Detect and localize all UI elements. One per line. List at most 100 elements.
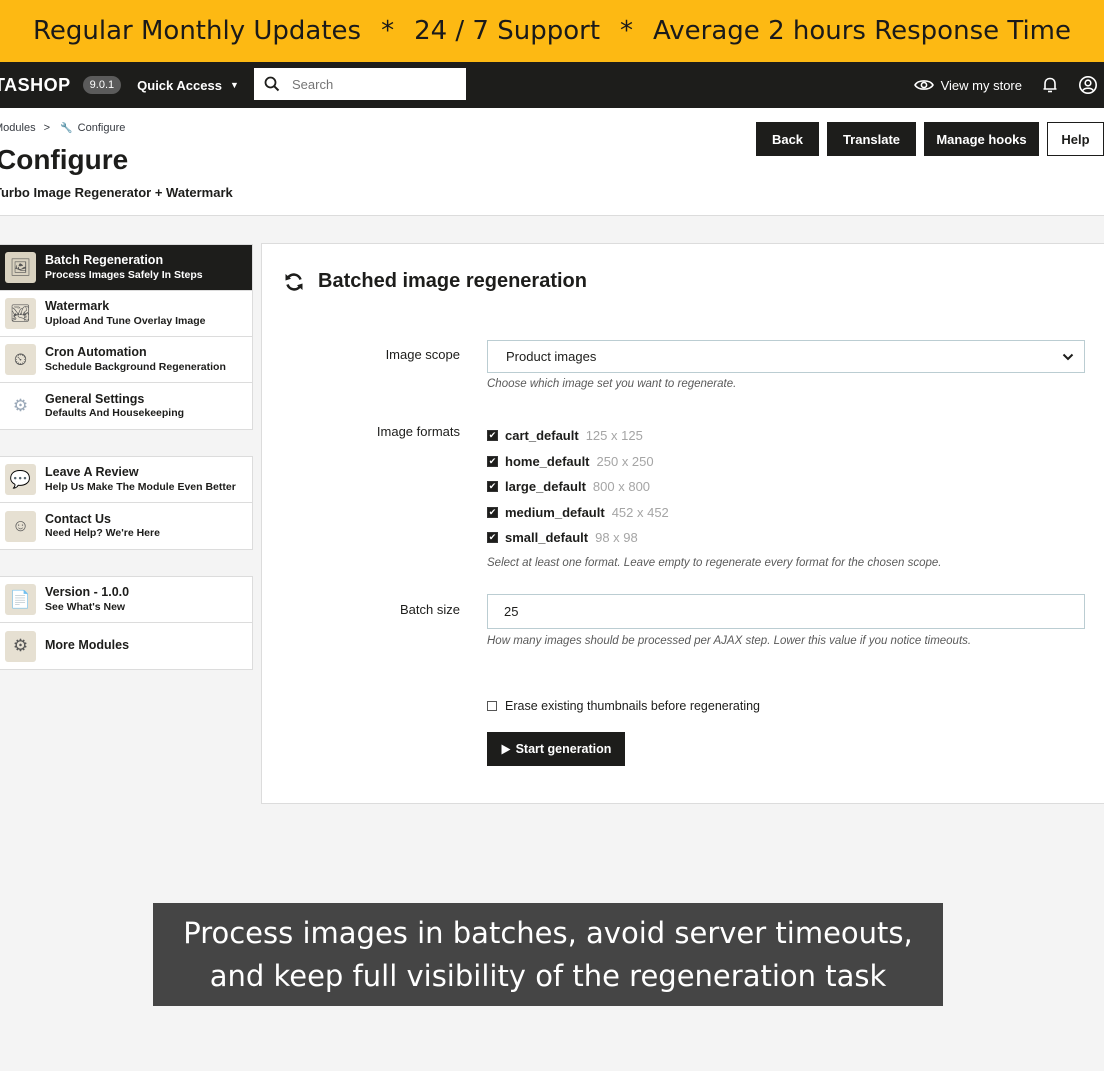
format-name: small_default	[505, 530, 589, 546]
start-generation-button[interactable]: Start generation	[487, 732, 625, 766]
panel-header: Batched image regeneration	[284, 270, 587, 293]
top-navigation: TASHOP 9.0.1 Quick Access ▼ View my stor…	[0, 62, 1104, 108]
sidebar-group-main: 🖼 Batch Regeneration Process Images Safel…	[0, 244, 253, 430]
format-option: ✔ large_default 800 x 800	[487, 474, 669, 500]
page-title: Configure	[0, 144, 129, 175]
translate-button[interactable]: Translate	[827, 122, 916, 156]
quick-access-dropdown[interactable]: Quick Access ▼	[137, 78, 239, 93]
sidebar-item-subtitle: Help Us Make The Module Even Better	[45, 480, 236, 493]
caret-down-icon: ▼	[229, 80, 239, 90]
breadcrumb-separator: >	[43, 122, 51, 134]
gear-icon: ⚙	[5, 390, 36, 422]
format-checkbox[interactable]: ✔	[487, 506, 498, 518]
sidebar-item-title: Version - 1.0.0	[45, 585, 130, 600]
changelog-icon: 📄	[5, 584, 36, 615]
watermark-icon: 🏞	[5, 298, 36, 329]
format-checkbox[interactable]: ✔	[487, 430, 498, 442]
start-generation-label: Start generation	[515, 742, 612, 756]
sidebar-item-title: Cron Automation	[45, 345, 147, 360]
image-scope-select[interactable]: Product images	[487, 340, 1085, 373]
bell-icon[interactable]	[1042, 76, 1058, 94]
promo-bar: Regular Monthly Updates * 24 / 7 Support…	[0, 0, 1104, 62]
format-checkbox[interactable]: ✔	[487, 532, 498, 544]
sidebar-item-title: Leave A Review	[45, 465, 139, 480]
batch-images-icon: 🖼	[5, 252, 36, 283]
version-badge: 9.0.1	[82, 76, 122, 94]
manage-hooks-button[interactable]: Manage hooks	[924, 122, 1039, 156]
promo-item-response-time: Average 2 hours Response Time	[653, 16, 1071, 46]
sidebar-item-subtitle: Upload And Tune Overlay Image	[45, 314, 206, 327]
back-button[interactable]: Back	[756, 122, 819, 156]
page-header: Modules > 🔧 Configure Configure Turbo Im…	[0, 108, 1104, 216]
sidebar-item-subtitle: Process Images Safely In Steps	[45, 268, 203, 281]
format-size: 98 x 98	[595, 530, 638, 546]
promo-separator: *	[620, 16, 634, 46]
brand-logo[interactable]: TASHOP	[0, 75, 71, 96]
sidebar-item-cron-automation[interactable]: ⏲ Cron Automation Schedule Background Reg…	[0, 337, 252, 383]
search-icon[interactable]	[264, 76, 280, 92]
erase-thumbnails-checkbox[interactable]	[487, 701, 497, 711]
erase-thumbnails-option: Erase existing thumbnails before regener…	[487, 699, 760, 713]
format-checkbox[interactable]: ✔	[487, 481, 498, 493]
help-button[interactable]: Help	[1047, 122, 1104, 156]
sidebar-item-contact-us[interactable]: ☺ Contact Us Need Help? We're Here	[0, 503, 252, 549]
sidebar-item-title: Watermark	[45, 299, 110, 314]
sidebar-item-title: Contact Us	[45, 511, 111, 526]
batch-size-help: How many images should be processed per …	[487, 635, 972, 647]
sidebar-item-title: Batch Regeneration	[45, 253, 164, 268]
sidebar-item-watermark[interactable]: 🏞 Watermark Upload And Tune Overlay Image	[0, 291, 252, 337]
sidebar-item-leave-review[interactable]: 💬 Leave A Review Help Us Make The Module …	[0, 457, 252, 503]
clock-gear-icon: ⏲	[5, 344, 36, 375]
format-size: 800 x 800	[592, 479, 651, 495]
breadcrumb-modules[interactable]: Modules	[0, 122, 36, 134]
sidebar-group-info: 📄 Version - 1.0.0 See What's New ⚙ More M…	[0, 576, 253, 670]
image-scope-help: Choose which image set you want to regen…	[487, 378, 737, 390]
sidebar-item-subtitle: See What's New	[45, 600, 126, 613]
promo-item-updates: Regular Monthly Updates	[33, 16, 362, 46]
format-size: 250 x 250	[596, 453, 654, 469]
sidebar-item-title: General Settings	[45, 391, 145, 406]
module-name: Turbo Image Regenerator + Watermark	[0, 185, 233, 200]
batch-size-input[interactable]	[487, 594, 1085, 629]
sidebar-group-support: 💬 Leave A Review Help Us Make The Module …	[0, 456, 253, 550]
format-option: ✔ medium_default 452 x 452	[487, 500, 669, 526]
chevron-down-icon	[1062, 353, 1074, 361]
sidebar-item-more-modules[interactable]: ⚙ More Modules	[0, 623, 252, 669]
marketing-caption: Process images in batches, avoid server …	[153, 903, 943, 1006]
support-icon: ☺	[5, 510, 36, 542]
sidebar: 🖼 Batch Regeneration Process Images Safel…	[0, 244, 253, 696]
account-icon[interactable]	[1078, 75, 1098, 95]
sidebar-item-subtitle: Schedule Background Regeneration	[45, 360, 226, 373]
format-option: ✔ small_default 98 x 98	[487, 525, 669, 551]
format-name: home_default	[505, 453, 590, 469]
header-toolbar: Back Translate Manage hooks Help	[756, 122, 1104, 156]
breadcrumb: Modules > 🔧 Configure	[0, 122, 125, 134]
promo-item-support: 24 / 7 Support	[414, 16, 601, 46]
panel-title: Batched image regeneration	[318, 270, 587, 292]
sidebar-item-subtitle: Defaults And Housekeeping	[45, 407, 185, 420]
format-checkbox[interactable]: ✔	[487, 455, 498, 467]
image-formats-label: Image formats	[376, 424, 460, 439]
play-icon	[501, 744, 511, 755]
image-scope-label: Image scope	[385, 347, 460, 362]
view-store-label: View my store	[940, 77, 1022, 93]
promo-separator: *	[381, 16, 395, 46]
format-name: large_default	[505, 479, 586, 495]
format-option: ✔ home_default 250 x 250	[487, 449, 669, 475]
quick-access-label: Quick Access	[137, 77, 222, 93]
image-formats-list: ✔ cart_default 125 x 125 ✔ home_default 250 …	[487, 423, 669, 551]
format-size: 125 x 125	[585, 428, 643, 444]
caption-line-1: Process images in batches, avoid server …	[183, 915, 913, 950]
erase-thumbnails-label[interactable]: Erase existing thumbnails before regener…	[505, 699, 760, 713]
image-formats-help: Select at least one format. Leave empty …	[487, 557, 942, 569]
sidebar-item-general-settings[interactable]: ⚙ General Settings Defaults And Housekeep…	[0, 383, 252, 429]
search-input[interactable]	[292, 76, 442, 92]
sidebar-item-subtitle: Need Help? We're Here	[45, 527, 160, 540]
sidebar-item-version[interactable]: 📄 Version - 1.0.0 See What's New	[0, 577, 252, 623]
modules-icon: ⚙	[5, 630, 36, 662]
refresh-icon	[284, 272, 304, 292]
format-name: cart_default	[505, 428, 579, 444]
regeneration-panel: Batched image regeneration Image scope P…	[261, 243, 1104, 804]
sidebar-item-batch-regeneration[interactable]: 🖼 Batch Regeneration Process Images Safel…	[0, 245, 252, 291]
view-store-link[interactable]: View my store	[913, 77, 1022, 93]
